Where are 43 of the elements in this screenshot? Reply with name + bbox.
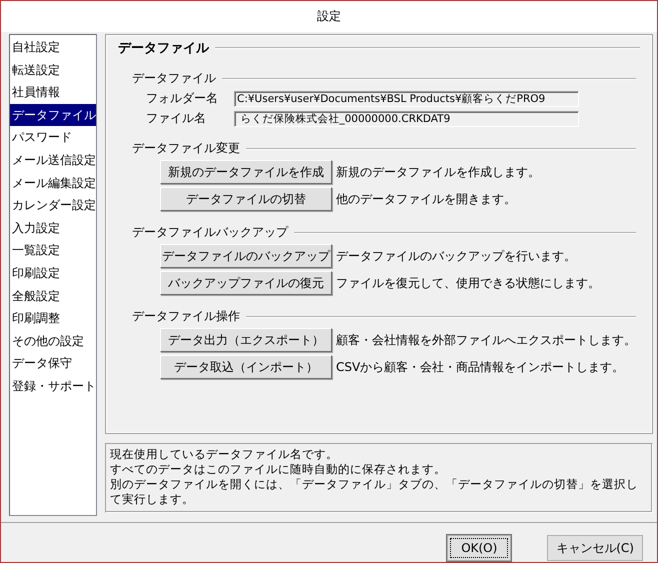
help-text: 現在使用しているデータファイル名です。 [110,447,339,462]
sidebar-item[interactable]: 全般設定 [10,284,96,308]
sidebar-item[interactable]: メール編集設定 [10,172,96,194]
sidebar-item[interactable]: 自社設定 [10,36,96,59]
field-label: ファイル名 [146,110,207,127]
action-description: ファイルを復元して、使用できる状態にします。 [336,274,600,292]
section-title: データファイル [132,70,216,87]
action-button[interactable]: バックアップファイルの復元 [160,271,332,295]
sidebar-item[interactable]: 印刷調整 [10,307,96,330]
action-button[interactable]: データファイルのバックアップ [160,244,332,268]
action-description: 新規のデータファイルを作成します。 [336,164,540,180]
action-button[interactable]: データファイルの切替 [160,187,332,211]
sidebar-item[interactable]: データファイル [10,104,96,126]
action-button[interactable]: 新規のデータファイルを作成 [160,160,332,184]
ok-button[interactable]: OK(O) [447,535,512,561]
cancel-button[interactable]: キャンセル(C) [547,535,643,561]
section-title: データファイル変更 [132,140,240,157]
sidebar-item[interactable]: 一覧設定 [10,239,96,262]
action-description: 他のデータファイルを開きます。 [336,190,516,208]
action-description: 顧客・会社情報を外部ファイルへエクスポートします。 [336,332,636,348]
sidebar-item[interactable]: パスワード [10,126,96,149]
sidebar-item[interactable]: 入力設定 [10,216,96,240]
sidebar-item[interactable]: カレンダー設定 [10,194,96,217]
section-title: データファイル操作 [132,308,240,325]
group-title: データファイル [118,40,209,57]
window-title: 設定 [317,8,341,25]
section-title: データファイルバックアップ [132,224,288,241]
readonly-field[interactable]: らくだ保険株式会社_00000000.CRKDAT9 [234,110,579,126]
sidebar-item[interactable]: 社員情報 [10,81,96,104]
action-description: データファイルのバックアップを行います。 [336,248,576,264]
field-label: フォルダー名 [146,90,219,107]
action-button[interactable]: データ取込（インポート） [160,355,332,379]
help-text: すべてのデータはこのファイルに随時自動的に保存されます。 [110,462,447,477]
sidebar-item[interactable]: 印刷設定 [10,262,96,285]
readonly-field[interactable]: C:¥Users¥user¥Documents¥BSL Products¥顧客らくだPRO9 [234,90,579,106]
sidebar-item[interactable]: メール送信設定 [10,148,96,172]
sidebar-item[interactable]: 登録・サポート [10,374,96,398]
sidebar-item[interactable]: データ保守 [10,352,96,375]
sidebar-item[interactable]: 転送設定 [10,58,96,82]
action-button[interactable]: データ出力（エクスポート） [160,328,332,352]
action-description: CSVから顧客・会社・商品情報をインポートします。 [336,358,624,376]
sidebar-item[interactable]: その他の設定 [10,330,96,352]
help-text: 別のデータファイルを開くには、「データファイル」タブの、「データファイルの切替」を選択して実行します。 [110,477,639,507]
